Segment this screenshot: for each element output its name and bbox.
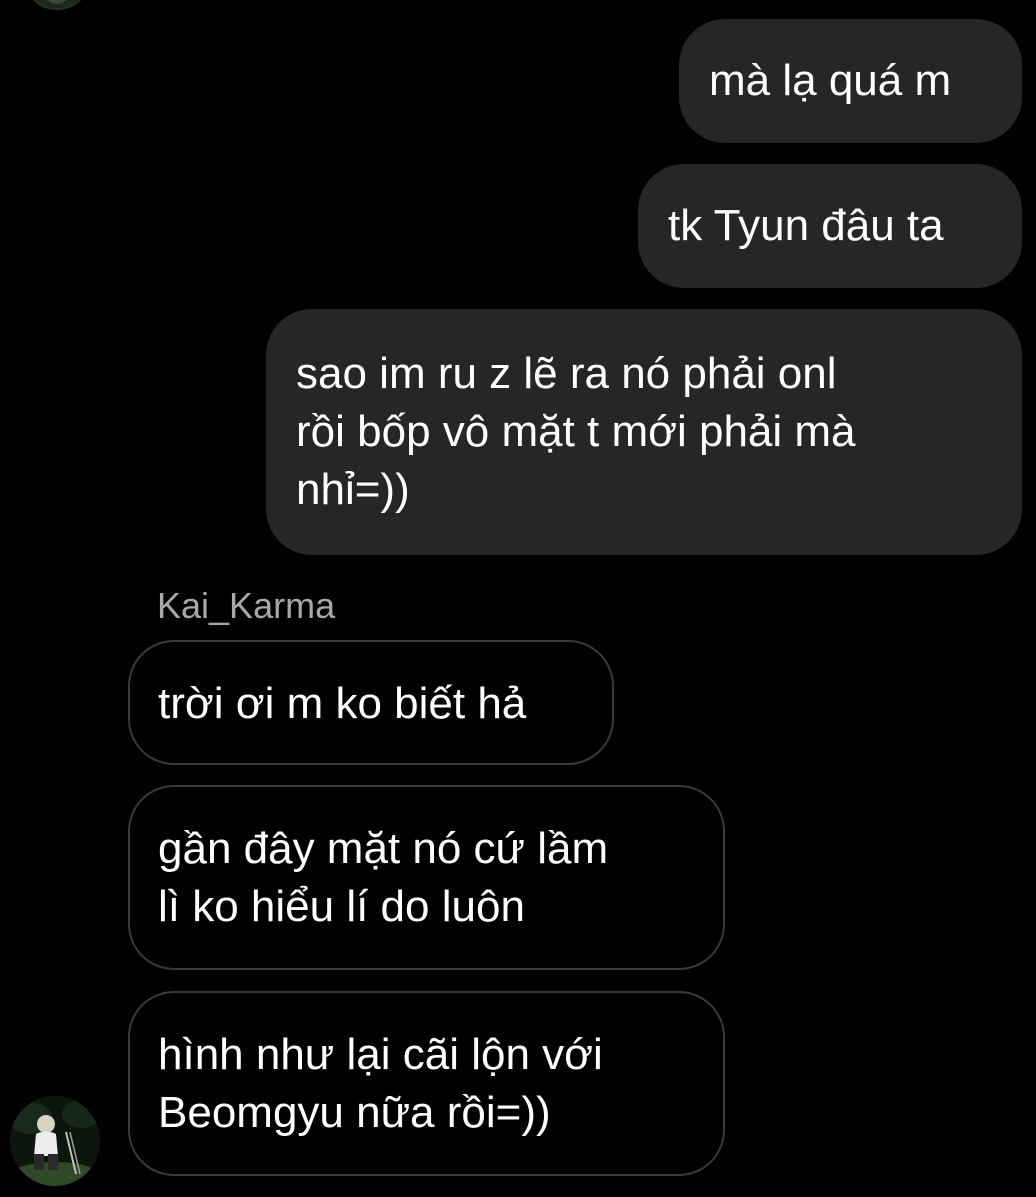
incoming-message[interactable]: trời ơi m ko biết hả [128, 640, 614, 765]
avatar[interactable] [22, 0, 92, 10]
sender-avatar[interactable] [10, 1096, 100, 1186]
user-photo-icon [10, 1096, 100, 1186]
incoming-message[interactable]: hình như lại cãi lộn với Beomgyu nữa rồi… [128, 991, 725, 1176]
incoming-message[interactable]: gần đây mặt nó cứ lầm lì ko hiểu lí do l… [128, 785, 725, 970]
outgoing-message[interactable]: mà lạ quá m [679, 19, 1022, 143]
outgoing-message[interactable]: tk Tyun đâu ta [638, 164, 1022, 288]
user-photo-icon [24, 0, 90, 8]
outgoing-message[interactable]: sao im ru z lẽ ra nó phải onl rồi bốp vô… [266, 309, 1022, 555]
sender-name: Kai_Karma [157, 585, 336, 626]
